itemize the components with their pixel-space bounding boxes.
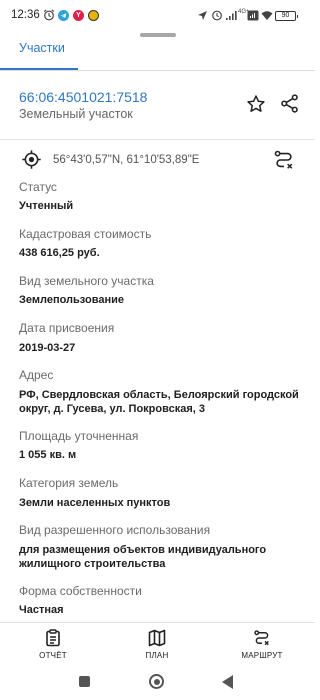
back-icon[interactable] [222, 675, 233, 689]
field-label-parcel-kind: Вид земельного участка [19, 274, 154, 288]
plan-label: ПЛАН [145, 651, 169, 660]
report-button[interactable]: ОТЧЁТ [18, 623, 88, 663]
bottom-action-bar: ОТЧЁТ ПЛАН МАРШРУТ [0, 622, 315, 662]
route-button[interactable]: МАРШРУТ [227, 623, 297, 663]
sheet-drag-handle[interactable] [140, 33, 176, 37]
report-label: ОТЧЁТ [39, 651, 67, 660]
alarm-icon [43, 9, 55, 21]
route-icon [254, 630, 269, 646]
gps-target-icon[interactable] [21, 149, 42, 170]
field-label-address: Адрес [19, 368, 54, 382]
battery-icon: 90 [275, 11, 298, 21]
field-label-cadastral-cost: Кадастровая стоимость [19, 227, 152, 241]
recents-icon[interactable] [79, 676, 90, 687]
share-icon[interactable] [279, 93, 300, 114]
field-label-assignment-date: Дата присвоения [19, 321, 115, 335]
status-time: 12:36 [11, 9, 40, 21]
coordinates-text[interactable]: 56°43'0,57"N, 61°10'53,89"E [53, 154, 199, 166]
signal-icon [226, 11, 237, 20]
divider [0, 139, 315, 140]
app-icon [88, 10, 99, 21]
plan-button[interactable]: ПЛАН [122, 623, 192, 663]
field-value-ownership: Частная [19, 604, 64, 616]
telegram-icon [58, 10, 69, 21]
system-navigation-bar [0, 662, 315, 700]
field-label-ownership: Форма собственности [19, 584, 142, 598]
report-icon [46, 629, 60, 647]
parcel-type-subtitle: Земельный участок [19, 107, 133, 121]
field-value-cadastral-cost: 438 616,25 руб. [19, 247, 100, 259]
map-icon [148, 629, 166, 647]
tab-label: Участки [19, 41, 65, 55]
field-label-status: Статус [19, 180, 57, 194]
field-label-area: Площадь уточненная [19, 429, 139, 443]
route-label: МАРШРУТ [241, 651, 283, 660]
star-icon[interactable] [246, 94, 266, 114]
yandex-icon: Y [73, 10, 84, 21]
cadastral-number[interactable]: 66:06:4501021:7518 [19, 89, 147, 105]
field-value-parcel-kind: Землепользование [19, 294, 124, 306]
field-value-status: Учтенный [19, 200, 74, 212]
field-value-area: 1 055 кв. м [19, 449, 77, 461]
field-label-permitted-use: Вид разрешенного использования [19, 523, 211, 537]
location-arrow-icon [198, 11, 207, 20]
field-value-land-category: Земли населенных пунктов [19, 497, 171, 509]
alarm-icon [212, 10, 222, 21]
divider [0, 70, 315, 71]
status-bar: 12:36 Y 4G+ 90 [0, 0, 315, 32]
field-value-address: РФ, Свердловская область, Белоярский гор… [19, 389, 299, 415]
field-label-land-category: Категория земель [19, 476, 119, 490]
field-value-permitted-use: для размещения объектов индивидуального … [19, 544, 267, 570]
tab-parcels[interactable]: Участки [0, 40, 78, 70]
wifi-icon [261, 11, 273, 20]
route-icon[interactable] [273, 149, 295, 171]
field-value-assignment-date: 2019-03-27 [19, 342, 76, 354]
home-icon[interactable] [149, 674, 164, 689]
signal-icon [247, 10, 259, 21]
